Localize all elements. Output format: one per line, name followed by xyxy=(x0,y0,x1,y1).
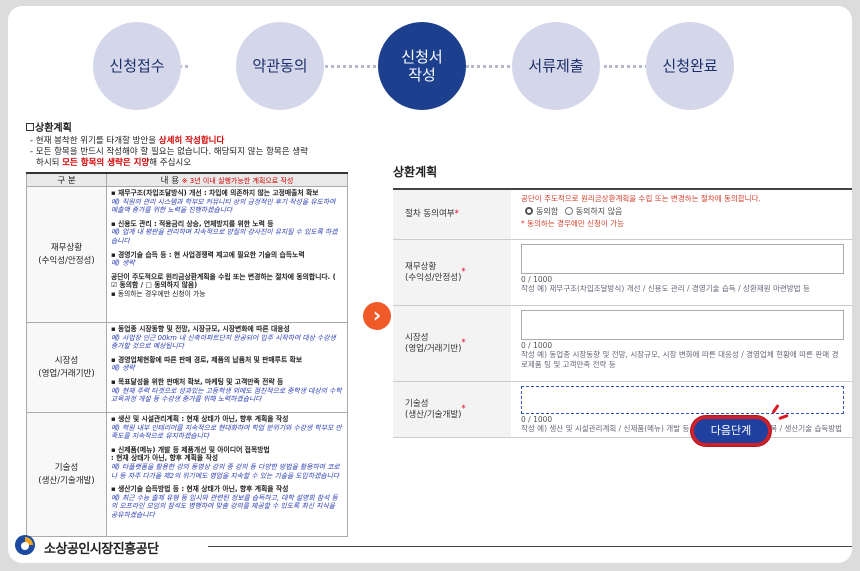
finance-label: 재무상황 (수익성/안정성) * xyxy=(393,240,511,305)
form-table: 절차 동의여부 * 공단이 주도적으로 원리금상환계획을 수립 또는 변경하는 절… xyxy=(393,188,852,438)
consent-options: 동의함 동의하지 않음 xyxy=(521,206,844,217)
step-label: 약관동의 xyxy=(252,57,308,75)
disagree-option-label: 동의하지 않음 xyxy=(575,207,623,216)
market-hint: 작성 예) 동업종 시장동향 및 전망, 시장규모, 시장 변화에 따른 대응성… xyxy=(521,350,839,369)
form-title: 상환계획 xyxy=(393,165,438,179)
tech-char-counter: 0 / 1000 xyxy=(521,415,553,424)
market-char-counter: 0 / 1000 xyxy=(521,341,553,350)
tech-textarea[interactable] xyxy=(521,386,844,414)
tech-hint: 작성 예) 생산 및 시설관리계획 / 신제품(메뉴) 개발 등 제품 개선 및… xyxy=(521,424,843,433)
market-row: 시장성 (영업/거래기반) * 0 / 1000 작성 예) 동업종 시장동향 및… xyxy=(393,306,852,382)
guide-document: 상환계획 - 현재 봉착한 위기를 타개할 방안을 상세히 작성합니다 - 모든… xyxy=(26,119,348,537)
org-name: 소상공인시장진흥공단 xyxy=(44,542,159,557)
row-category: 재무상황 (수익성/안정성) xyxy=(26,186,107,323)
step-4: 서류제출 xyxy=(512,22,600,110)
page-frame: 신청접수 약관동의 신청서 작성 서류제출 신청완료 상환계획 - 현재 봉착한… xyxy=(8,6,852,563)
repayment-form: 상환계획 절차 동의여부 * 공단이 주도적으로 원리금상환계획을 수립 또는 변… xyxy=(393,163,852,438)
guide-note-3: 하시되 모든 항목의 생략은 지양해 주십시오 xyxy=(36,158,192,168)
step-label: 신청서 작성 xyxy=(401,48,443,84)
step-label: 신청완료 xyxy=(662,57,718,75)
consent-footnote: * 동의하는 경우에만 신청이 가능 xyxy=(521,219,624,228)
step-5: 신청완료 xyxy=(646,22,734,110)
guide-table: 구 분 내 용 ※ 3년 이내 실행가능한 계획으로 작성 재무상황 (수익성/… xyxy=(26,172,348,537)
row-category: 시장성 (영업/거래기반) xyxy=(26,322,107,413)
chevron-right-icon: › xyxy=(363,302,391,330)
step-connector xyxy=(466,65,516,68)
table-header-category: 구 분 xyxy=(26,172,107,187)
consent-text: 공단이 주도적으로 원리금상환계획을 수립 또는 변경하는 절차에 동의합니다. xyxy=(521,194,761,203)
step-2: 약관동의 xyxy=(236,22,324,110)
row-detail: ▪ 생산 및 시설관리계획 : 현재 상태가 아닌, 향후 계획을 작성 예) … xyxy=(106,412,348,537)
table-header-content: 내 용 ※ 3년 이내 실행가능한 계획으로 작성 xyxy=(106,172,348,187)
table-row: 기술성 (생산/기술개발) ▪ 생산 및 시설관리계획 : 현재 상태가 아닌,… xyxy=(26,412,348,537)
row-detail: ▪ 재무구조(차입조달방식) 개선 : 차입에 의존하지 않는 고정매출처 확보… xyxy=(106,186,348,323)
consent-label: 절차 동의여부 * xyxy=(393,190,511,239)
guide-title: 상환계획 xyxy=(26,119,348,134)
finance-hint: 작성 예) 재무구조(차입조달방식) 개선 / 신용도 관리 / 경영기술 습득… xyxy=(521,284,810,293)
market-field: 0 / 1000 작성 예) 동업종 시장동향 및 전망, 시장규모, 시장 변… xyxy=(511,306,852,381)
tech-label: 기술성 (생산/기술개발) * xyxy=(393,382,511,437)
market-textarea[interactable] xyxy=(521,310,844,340)
step-3-current: 신청서 작성 xyxy=(378,22,466,110)
table-row: 재무상황 (수익성/안정성) ▪ 재무구조(차입조달방식) 개선 : 차입에 의… xyxy=(26,186,348,323)
semas-logo-icon xyxy=(15,535,35,555)
next-step-button[interactable]: 다음단계 xyxy=(691,416,771,446)
tech-field: 0 / 1000 작성 예) 생산 및 시설관리계획 / 신제품(메뉴) 개발 … xyxy=(511,382,852,437)
step-indicator: 신청접수 약관동의 신청서 작성 서류제출 신청완료 xyxy=(8,6,852,116)
step-1: 신청접수 xyxy=(93,22,181,110)
finance-row: 재무상황 (수익성/안정성) * 0 / 1000 작성 예) 재무구조(차입조달… xyxy=(393,240,852,306)
finance-char-counter: 0 / 1000 xyxy=(521,275,553,284)
footer-divider xyxy=(208,546,852,547)
finance-textarea[interactable] xyxy=(521,244,844,274)
guide-note-1: - 현재 봉착한 위기를 타개할 방안을 상세히 작성합니다 xyxy=(30,136,225,146)
agree-option-label: 동의함 xyxy=(536,207,559,216)
consent-agree-radio[interactable] xyxy=(525,207,533,215)
table-row: 시장성 (영업/거래기반) ▪ 동업종 시장동향 및 전망, 시장규모, 시장변… xyxy=(26,322,348,413)
tech-row: 기술성 (생산/기술개발) * 0 / 1000 작성 예) 생산 및 시설관리계… xyxy=(393,382,852,438)
step-label: 서류제출 xyxy=(528,57,584,75)
step-label: 신청접수 xyxy=(109,57,165,75)
finance-field: 0 / 1000 작성 예) 재무구조(차입조달방식) 개선 / 신용도 관리 … xyxy=(511,240,852,305)
consent-field: 공단이 주도적으로 원리금상환계획을 수립 또는 변경하는 절차에 동의합니다.… xyxy=(511,190,852,239)
row-detail: ▪ 동업종 시장동향 및 전망, 시장규모, 시장변화에 따른 대응성 예) 사… xyxy=(106,322,348,413)
guide-note-2: - 모든 항목을 반드시 작성해야 할 필요는 없습니다. 해당되지 않는 항목… xyxy=(30,147,308,157)
checkbox-square-icon xyxy=(26,123,34,131)
market-label: 시장성 (영업/거래기반) * xyxy=(393,306,511,381)
consent-disagree-radio[interactable] xyxy=(564,207,573,215)
row-category: 기술성 (생산/기술개발) xyxy=(26,412,107,537)
consent-row: 절차 동의여부 * 공단이 주도적으로 원리금상환계획을 수립 또는 변경하는 절… xyxy=(393,190,852,240)
